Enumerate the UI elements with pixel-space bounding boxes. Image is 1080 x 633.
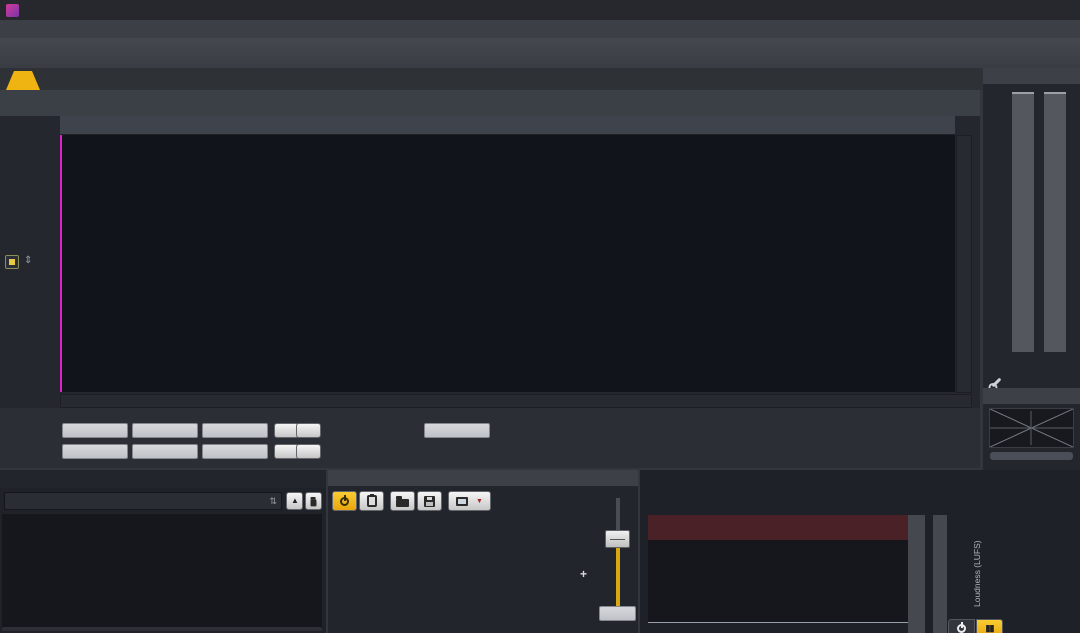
waveform-editor: ⇕ [0,116,980,408]
playback-cursor[interactable] [60,135,62,392]
waveform-view[interactable] [60,135,955,392]
app-logo-icon [6,3,19,17]
selection-from-field[interactable] [62,423,128,438]
level-meter-bar-right [1044,94,1066,352]
browse-folder-button[interactable] [305,492,322,510]
level-meter-bar-left [1012,94,1034,352]
chain-save-button[interactable] [417,491,442,511]
bottom-dock: ⇅ ▲ ▼ + Loudness (LUFS) ▮▮ [0,470,1080,633]
waveform-canvas[interactable] [60,135,955,392]
folder-up-button[interactable]: ▲ [286,492,303,510]
momentary-meter-bar [908,515,925,633]
output-level-slider[interactable] [616,538,620,608]
file-list [2,514,322,630]
file-list-scrollbar[interactable] [2,627,322,631]
loudness-history-chart [648,515,917,623]
loudness-meter-body: Loudness (LUFS) ▮▮ [640,488,1080,633]
level-meter-title-bar [983,68,1080,84]
chain-open-button[interactable] [390,491,415,511]
apply-button[interactable]: ▼ [448,491,491,511]
path-spinner-icon[interactable]: ⇅ [269,496,277,507]
correlation-cross-lines [989,408,1074,448]
vertical-scrollbar[interactable] [956,135,972,393]
media-browser-panel: ⇅ ▲ [0,470,326,633]
chain-paste-button[interactable] [359,491,384,511]
loudness-pause-button[interactable]: ▮▮ [976,619,1003,633]
view-from-field[interactable] [62,444,128,459]
timeline-ruler[interactable] [60,116,955,135]
view-duration-field[interactable] [202,444,268,459]
cursor-position-field[interactable] [424,423,490,438]
channel-resize-icon[interactable]: ⇕ [24,255,32,266]
short-term-meter-bar [933,515,947,633]
chain-power-button[interactable] [332,491,357,511]
application-window: ⇕ ⇅ ▲ ▼ + Loudness (LUFS) ▮▮ [0,0,1080,633]
loudness-meter-panel: Loudness (LUFS) ▮▮ [640,470,1080,633]
media-browser-tabs [0,470,326,488]
loudness-target-band [648,515,917,540]
correlation-bar [990,452,1073,460]
correlation-meter-title-bar [983,388,1080,404]
monitor-icon [456,496,468,506]
view-to-field[interactable] [132,444,198,459]
view-redo-button[interactable] [296,444,321,459]
overview-waveform[interactable] [0,90,980,116]
output-slider-handle[interactable] [605,530,630,548]
selection-redo-button[interactable] [296,423,321,438]
processing-chain-panel: ▼ + [328,470,638,633]
document-tab-bar [0,68,1080,90]
channel-button[interactable] [5,255,19,269]
processing-chain-title-bar [328,470,638,486]
loudness-panel-tabs [640,470,1080,488]
document-tab[interactable] [6,71,40,90]
level-meter-settings-wrench-icon[interactable] [991,371,1002,389]
horizontal-scrollbar[interactable] [60,394,972,408]
loudness-power-button[interactable] [948,619,975,633]
path-dropdown[interactable]: ⇅ [4,492,282,510]
output-level-value[interactable] [599,606,636,621]
loudness-y-axis-label: Loudness (LUFS) [972,540,982,608]
toolbar [0,38,1080,68]
title-bar [0,0,1080,20]
add-effect-button[interactable]: + [580,567,587,581]
correlation-scope [989,408,1074,448]
amplitude-scale: ⇕ [0,135,60,392]
menu-bar [0,20,1080,38]
selection-to-field[interactable] [132,423,198,438]
selection-duration-field[interactable] [202,423,268,438]
selection-info-bar [0,408,980,468]
meters-column [983,68,1080,470]
